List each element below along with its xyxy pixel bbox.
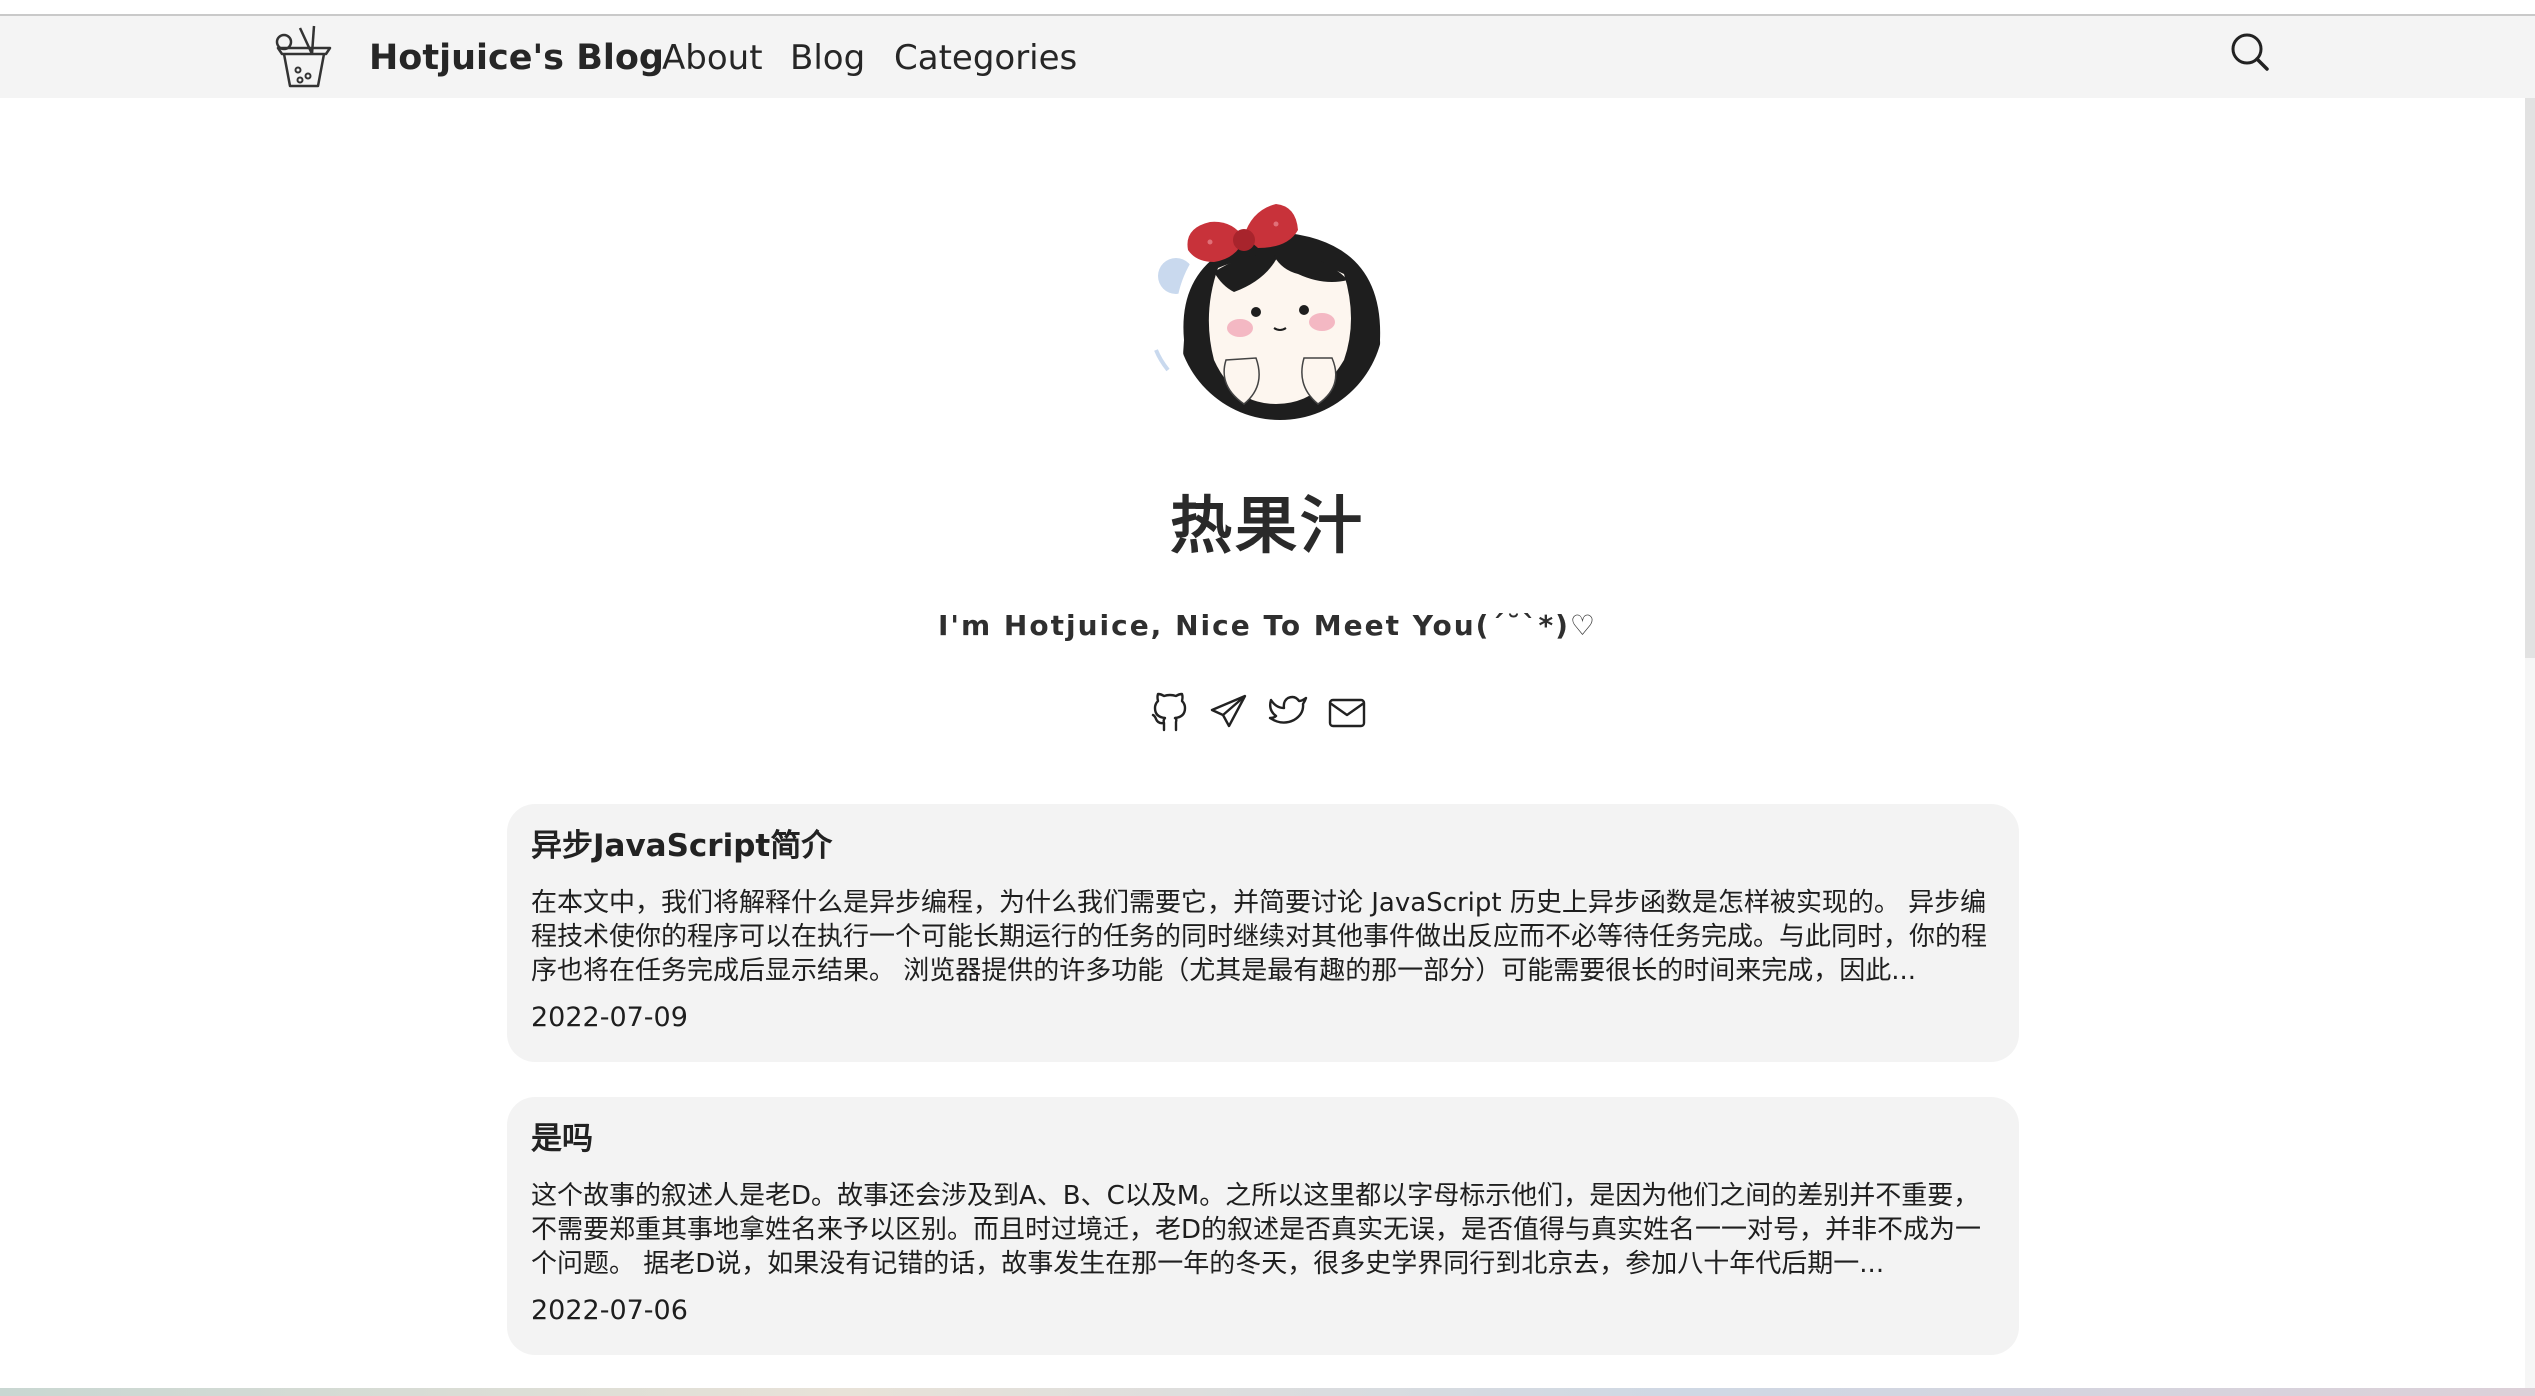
post-card[interactable]: 是吗 这个故事的叙述人是老D。故事还会涉及到A、B、C以及M。之所以这里都以字母… — [507, 1097, 2019, 1355]
search-icon[interactable] — [2228, 30, 2272, 74]
github-icon[interactable] — [1150, 690, 1190, 734]
post-date: 2022-07-09 — [531, 1002, 688, 1033]
nav-link-about[interactable]: About — [662, 36, 763, 80]
telegram-icon[interactable] — [1209, 690, 1249, 734]
taskbar-edge — [0, 1388, 2535, 1396]
site-title[interactable]: Hotjuice's Blog — [369, 36, 664, 80]
window-top-border — [0, 0, 2535, 16]
post-card[interactable]: 异步JavaScript简介 在本文中，我们将解释什么是异步编程，为什么我们需要… — [507, 804, 2019, 1062]
post-title[interactable]: 异步JavaScript简介 — [531, 824, 832, 868]
nav-link-blog[interactable]: Blog — [790, 36, 865, 80]
avatar — [1154, 204, 1384, 420]
nav-link-categories[interactable]: Categories — [894, 36, 1077, 80]
twitter-icon[interactable] — [1268, 690, 1308, 734]
mail-icon[interactable] — [1327, 690, 1367, 734]
bubble-tea-logo-icon[interactable] — [272, 24, 338, 90]
post-title[interactable]: 是吗 — [531, 1117, 593, 1161]
post-date: 2022-07-06 — [531, 1295, 688, 1326]
navbar: Hotjuice's Blog About Blog Categories — [0, 16, 2535, 98]
author-name: 热果汁 — [1169, 489, 1365, 562]
post-excerpt: 这个故事的叙述人是老D。故事还会涉及到A、B、C以及M。之所以这里都以字母标示他… — [531, 1181, 1982, 1279]
post-excerpt: 在本文中，我们将解释什么是异步编程，为什么我们需要它，并简要讨论 JavaScr… — [531, 888, 1988, 986]
social-links — [1150, 690, 1367, 740]
scrollbar-thumb[interactable] — [2525, 98, 2535, 658]
author-tagline: I'm Hotjuice, Nice To Meet You(´˘`*)♡ — [938, 609, 1597, 642]
